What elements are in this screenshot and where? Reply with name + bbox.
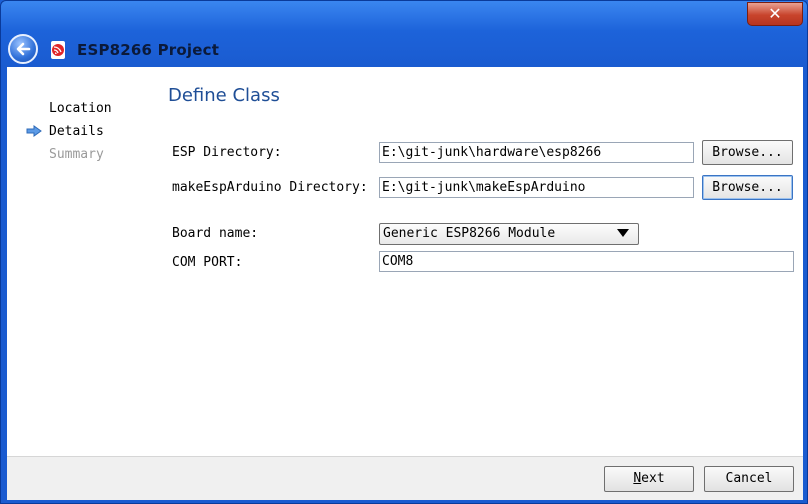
make-esp-arduino-directory-label: makeEspArduino Directory: [172,180,368,195]
dropdown-caret-icon [617,229,629,237]
com-port-label: COM PORT: [172,255,243,270]
make-esp-arduino-directory-input[interactable]: E:\git-junk\makeEspArduino [379,177,694,198]
board-name-value: Generic ESP8266 Module [383,226,556,241]
back-button[interactable] [8,34,38,64]
com-port-input[interactable]: COM8 [379,251,794,272]
esp-directory-browse-button[interactable]: Browse... [702,140,793,165]
nav-item-summary: Summary [49,147,104,162]
next-label: ext [641,471,665,486]
current-step-arrow-icon [26,125,42,137]
esp-directory-input[interactable]: E:\git-junk\hardware\esp8266 [379,142,694,163]
board-name-select[interactable]: Generic ESP8266 Module [379,223,639,245]
make-esp-arduino-browse-button[interactable]: Browse... [702,175,793,200]
page-heading: Define Class [168,85,280,106]
nav-item-details[interactable]: Details [49,124,104,139]
board-name-label: Board name: [172,226,259,241]
wizard-footer: Next Cancel [7,456,803,500]
esp-directory-label: ESP Directory: [172,145,282,160]
nav-item-location[interactable]: Location [49,101,112,116]
back-arrow-icon [16,42,31,56]
window-title: ESP8266 Project [77,41,220,59]
wizard-content: Location Details Summary Define Class ES… [7,67,803,456]
next-button[interactable]: Next [604,466,694,492]
wizard-window: ✕ ESP8266 Project Location Details Summa… [0,0,808,504]
espressif-logo-icon [51,41,65,59]
cancel-button[interactable]: Cancel [704,466,794,492]
next-mnemonic: N [633,471,642,486]
close-button[interactable]: ✕ [747,2,803,26]
